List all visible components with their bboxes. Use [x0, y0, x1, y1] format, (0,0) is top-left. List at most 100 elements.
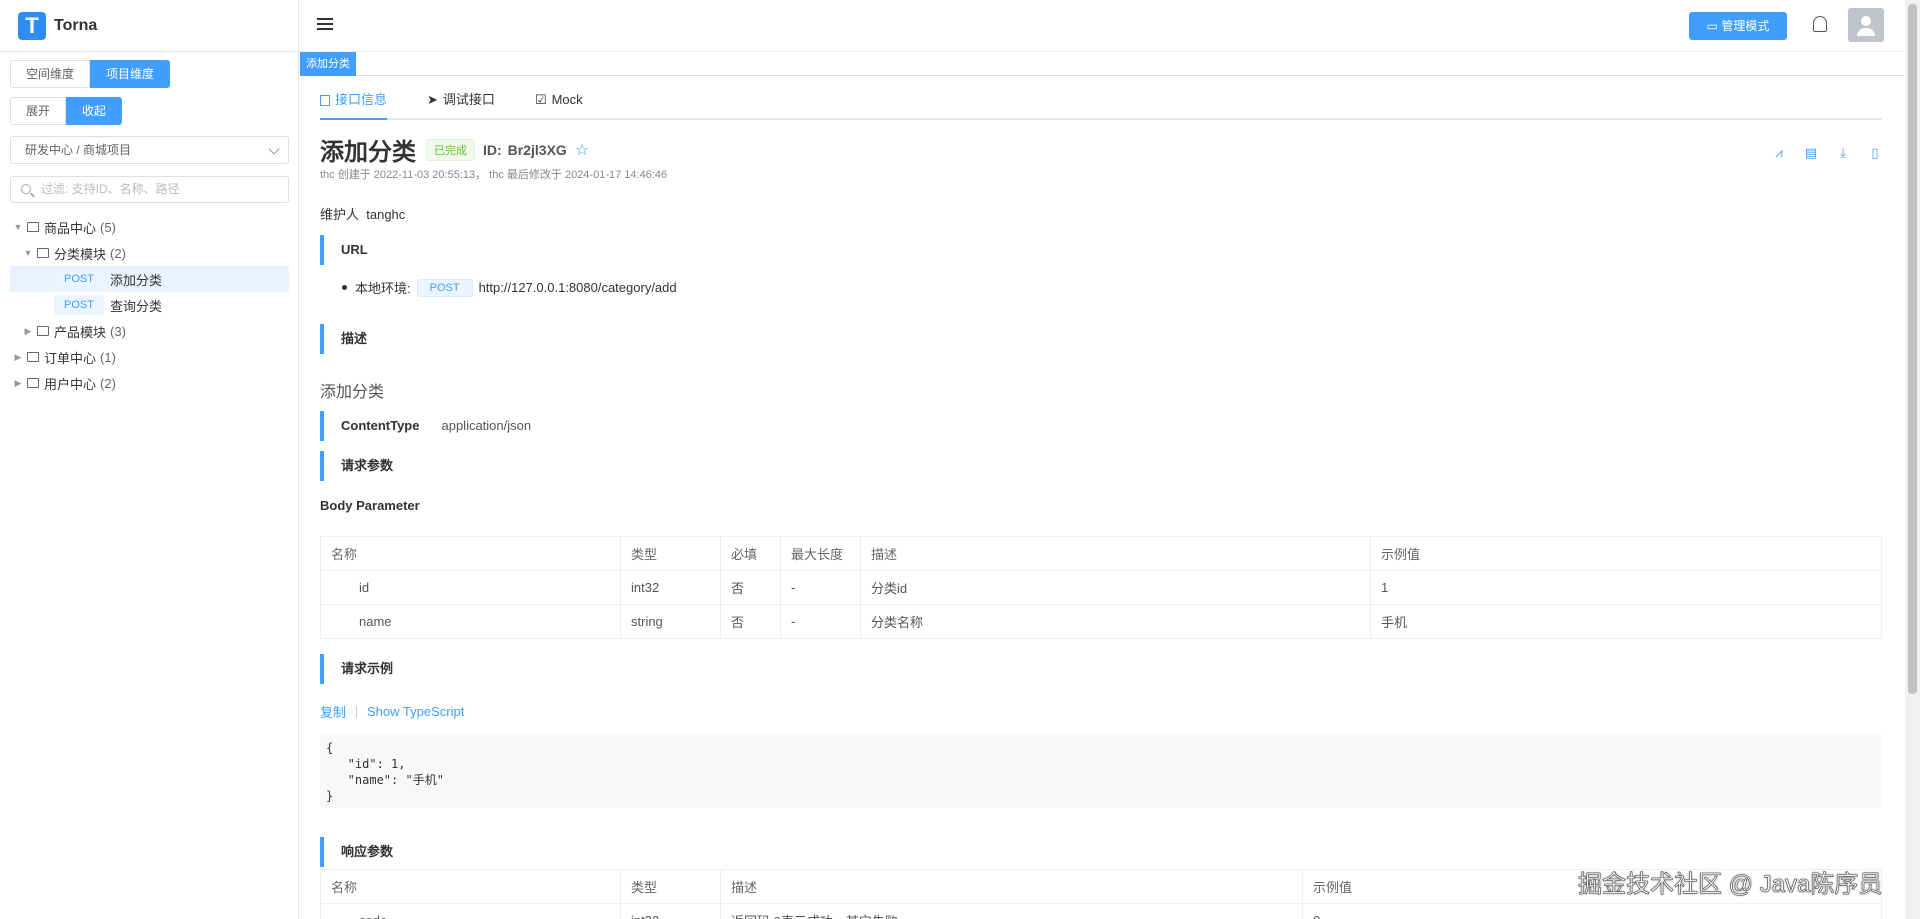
tab-api-info[interactable]: 接口信息 — [320, 88, 388, 120]
tree-node-query-category[interactable]: POST 查询分类 — [10, 292, 289, 318]
filter-input[interactable]: 过滤: 支持ID、名称、路径 — [10, 176, 289, 203]
bell-icon[interactable] — [1813, 16, 1827, 32]
maintainer: 维护人 tanghc — [320, 204, 405, 223]
column-header: 名称 — [320, 869, 621, 904]
section-url: URL — [320, 235, 368, 265]
collapse-button[interactable]: 收起 — [66, 97, 123, 125]
top-bar: ▭ 管理模式 — [300, 0, 1904, 52]
column-header: 类型 — [620, 536, 721, 571]
column-header: 最大长度 — [780, 536, 861, 571]
section-title: 请求参数 — [341, 458, 394, 473]
cell: - — [780, 604, 861, 639]
tree-node-order[interactable]: ▶ 订单中心 (1) — [10, 344, 289, 370]
monitor-icon: ▭ — [1706, 19, 1722, 33]
tree-node-goods[interactable]: ▼ 商品中心 (5) — [10, 214, 289, 240]
column-header: 名称 — [320, 536, 621, 571]
doc-meta: thc 创建于 2022-11-03 20:55:13， thc 最后修改于 2… — [320, 169, 668, 181]
tree-node-label: 添加分类 — [109, 272, 162, 288]
section-description: 描述 — [320, 324, 367, 354]
project-select-value: 研发中心 / 商城项目 — [25, 143, 132, 157]
tree-node-category-module[interactable]: ▼ 分类模块 (2) — [10, 240, 289, 266]
cell: id — [320, 570, 621, 605]
watermark: 掘金技术社区 @ Java陈序员 — [1578, 871, 1883, 899]
section-title: 请求示例 — [341, 661, 394, 676]
description-text: 添加分类 — [320, 384, 385, 401]
caret-right-icon[interactable]: ▶ — [12, 352, 24, 363]
sidebar: T Torna 空间维度 项目维度 展开 收起 研发中心 / 商城项目 过滤: … — [0, 0, 299, 919]
tree-node-user[interactable]: ▶ 用户中心 (2) — [10, 370, 289, 396]
avatar[interactable] — [1848, 8, 1884, 42]
tree-node-label: 分类模块 — [54, 246, 107, 262]
cell: string — [620, 604, 721, 639]
filter-placeholder: 过滤: 支持ID、名称、路径 — [41, 182, 180, 196]
table-row: name string 否 - 分类名称 手机 — [320, 604, 1882, 639]
section-title: URL — [341, 242, 368, 257]
open-tabs-bar: 添加分类 — [300, 52, 1904, 76]
tab-debug[interactable]: ➤ 调试接口 — [427, 88, 495, 120]
package-icon — [27, 378, 39, 388]
app-logo-icon: T — [18, 11, 46, 40]
tab-mock[interactable]: ☑ Mock — [535, 88, 583, 120]
url-line: 本地环境: POST http://127.0.0.1:8080/categor… — [342, 278, 677, 297]
tab-label: 调试接口 — [442, 92, 495, 107]
doc-id-value: Br2jl3XG — [507, 141, 567, 158]
calendar-icon[interactable]: ▤ — [1804, 146, 1818, 160]
code-line: { — [326, 741, 334, 755]
cell: 手机 — [1370, 604, 1882, 639]
bullet-icon — [342, 285, 347, 290]
tree-node-count: (3) — [110, 323, 126, 339]
cell: name — [320, 604, 621, 639]
tree-node-count: (5) — [100, 219, 116, 235]
section-title: 描述 — [341, 331, 368, 346]
star-icon[interactable]: ☆ — [575, 140, 589, 160]
section-request-params: 请求参数 — [320, 451, 393, 481]
tree-node-product-module[interactable]: ▶ 产品模块 (3) — [10, 318, 289, 344]
tree-node-label: 订单中心 — [44, 350, 97, 366]
tree-node-count: (2) — [100, 375, 116, 391]
open-tab-add-category[interactable]: 添加分类 — [300, 52, 356, 76]
cell: - — [780, 570, 861, 605]
cell: 返回码,0表示成功，其它失败 — [720, 903, 1303, 919]
code-line: } — [326, 789, 334, 803]
logo-row: T Torna — [0, 0, 298, 52]
menu-toggle-icon[interactable] — [317, 18, 333, 32]
project-view-button[interactable]: 项目维度 — [90, 60, 171, 88]
caret-right-icon[interactable]: ▶ — [22, 326, 34, 337]
cell: 0 — [1302, 903, 1882, 919]
checkbox-icon: ☑ — [534, 92, 547, 107]
column-header: 描述 — [720, 869, 1303, 904]
example-actions: 复制 Show TypeScript — [320, 702, 464, 721]
page-scrollbar[interactable] — [1905, 0, 1920, 919]
caret-right-icon[interactable]: ▶ — [12, 378, 24, 389]
tree-node-label: 查询分类 — [109, 298, 162, 314]
doc-toolbar: ⩘ ▤ ⤓ ▯ — [1772, 146, 1882, 160]
doc-id-label: ID: — [483, 141, 502, 158]
search-icon — [21, 184, 31, 194]
tree-node-add-category[interactable]: POST 添加分类 — [10, 266, 289, 292]
table-row: id int32 否 - 分类id 1 — [320, 570, 1882, 605]
space-view-button[interactable]: 空间维度 — [10, 60, 91, 88]
tree-node-count: (2) — [110, 245, 126, 261]
expand-toggle: 展开 收起 — [10, 97, 123, 125]
table-row: code int32 返回码,0表示成功，其它失败 0 — [320, 903, 1882, 919]
expand-button[interactable]: 展开 — [10, 97, 67, 125]
app-name: Torna — [54, 16, 98, 34]
column-header: 必填 — [720, 536, 781, 571]
admin-mode-button[interactable]: ▭ 管理模式 — [1689, 12, 1787, 40]
cell: 分类名称 — [860, 604, 1371, 639]
scrollbar-thumb[interactable] — [1908, 4, 1917, 694]
caret-down-icon[interactable]: ▼ — [22, 248, 34, 258]
status-badge: 已完成 — [426, 138, 475, 161]
chart-icon[interactable]: ⩘ — [1772, 146, 1786, 160]
caret-down-icon[interactable]: ▼ — [12, 222, 24, 232]
show-typescript-link[interactable]: Show TypeScript — [367, 704, 464, 719]
copy-link[interactable]: 复制 — [320, 702, 346, 721]
project-select[interactable]: 研发中心 / 商城项目 — [10, 136, 289, 164]
download-icon[interactable]: ⤓ — [1836, 146, 1850, 160]
send-icon: ➤ — [427, 92, 438, 107]
request-params-table: 名称 类型 必填 最大长度 描述 示例值 id int32 否 - 分类id 1… — [320, 536, 1882, 639]
section-title: ContentType — [341, 418, 420, 433]
bookmark-icon[interactable]: ▯ — [1868, 146, 1882, 160]
folder-icon — [37, 326, 49, 336]
doc-tabs: 接口信息 ➤ 调试接口 ☑ Mock — [320, 88, 1882, 120]
